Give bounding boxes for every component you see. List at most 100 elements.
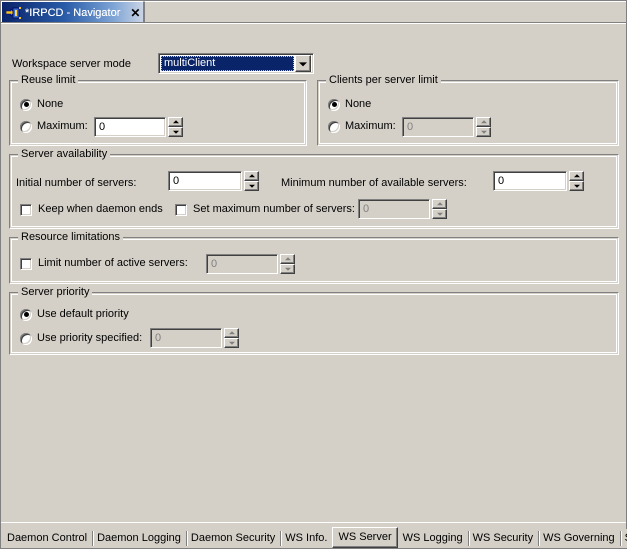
- radio-icon-checked: [20, 308, 32, 321]
- bottom-tab-label: Daemon Security: [190, 532, 276, 544]
- workspace-server-mode-value: multiClient: [161, 56, 294, 71]
- ws-server-settings-pane: Workspace server mode multiClient Reuse …: [1, 23, 626, 522]
- set-maximum-servers-spinner: 0: [358, 199, 447, 219]
- clients-limit-none-label: None: [345, 98, 372, 110]
- minimum-available-servers-label: Minimum number of available servers:: [281, 177, 467, 189]
- bottom-tab-daemon-control[interactable]: Daemon Control: [2, 529, 93, 548]
- reuse-limit-maximum-radio[interactable]: Maximum:: [20, 120, 88, 133]
- bottom-tab-label: WS Info.: [285, 532, 328, 544]
- initial-servers-spin-buttons[interactable]: [244, 171, 259, 191]
- limit-active-servers-input: 0: [206, 254, 278, 274]
- close-icon[interactable]: ✕: [130, 7, 140, 19]
- use-default-priority-radio[interactable]: Use default priority: [20, 308, 129, 321]
- initial-number-of-servers-input[interactable]: 0: [168, 171, 242, 191]
- minimum-available-servers-input[interactable]: 0: [493, 171, 567, 191]
- spinner-up-icon[interactable]: [569, 171, 584, 181]
- bottom-tab-ws-security[interactable]: WS Security: [467, 529, 539, 548]
- bottom-tab-bar: Daemon Control Daemon Logging Daemon Sec…: [1, 522, 627, 548]
- bottom-tab-label: WS Security: [472, 532, 534, 544]
- spinner-up-icon: [476, 117, 491, 127]
- workspace-server-mode-label: Workspace server mode: [12, 58, 132, 70]
- bottom-tab-ws-governing[interactable]: WS Governing: [538, 529, 620, 548]
- reuse-limit-maximum-input[interactable]: 0: [94, 117, 166, 137]
- clients-limit-maximum-spinner[interactable]: 0: [402, 117, 491, 137]
- reuse-limit-title: Reuse limit: [18, 74, 79, 86]
- set-maximum-spin-buttons: [432, 199, 447, 219]
- spinner-up-icon: [280, 254, 295, 264]
- limit-active-spin-buttons: [280, 254, 295, 274]
- spinner-down-icon: [476, 127, 491, 137]
- set-maximum-servers-checkbox[interactable]: Set maximum number of servers:: [175, 203, 355, 216]
- keep-when-daemon-ends-checkbox[interactable]: Keep when daemon ends: [20, 203, 163, 216]
- minimum-servers-spin-buttons[interactable]: [569, 171, 584, 191]
- clients-limit-maximum-spin-buttons: [476, 117, 491, 137]
- limit-active-servers-label: Limit number of active servers:: [38, 257, 188, 269]
- bottom-tab-label: WS Logging: [402, 532, 463, 544]
- clients-limit-maximum-radio[interactable]: Maximum:: [328, 120, 396, 133]
- clients-per-server-limit-title: Clients per server limit: [326, 74, 441, 86]
- initial-number-of-servers-label: Initial number of servers:: [16, 177, 137, 189]
- use-priority-specified-input: 0: [150, 328, 222, 348]
- spinner-down-icon: [224, 338, 239, 348]
- workspace-server-mode-combobox[interactable]: multiClient: [158, 53, 314, 74]
- spinner-up-icon: [224, 328, 239, 338]
- bottom-tab-label: Daemon Control: [7, 532, 88, 544]
- reuse-limit-none-radio[interactable]: None: [20, 98, 63, 111]
- clients-limit-maximum-input: 0: [402, 117, 474, 137]
- spinner-down-icon[interactable]: [569, 181, 584, 191]
- bottom-tab-daemon-logging[interactable]: Daemon Logging: [92, 529, 186, 548]
- bottom-tab-ws-logging[interactable]: WS Logging: [397, 529, 468, 548]
- bottom-tab-ws-server[interactable]: WS Server: [332, 527, 398, 548]
- radio-icon-checked: [20, 98, 32, 111]
- radio-icon-checked: [328, 98, 340, 111]
- checkbox-icon: [175, 203, 187, 216]
- keep-when-daemon-ends-label: Keep when daemon ends: [38, 203, 163, 215]
- server-priority-title: Server priority: [18, 286, 93, 298]
- top-tab-irpcd-navigator[interactable]: *IRPCD - Navigator ✕: [1, 1, 144, 23]
- minimum-available-servers-spinner[interactable]: 0: [493, 171, 584, 191]
- server-availability-group: Server availability Initial number of se…: [9, 148, 619, 229]
- use-default-priority-label: Use default priority: [37, 308, 129, 320]
- reuse-limit-group: Reuse limit None Maximum: 0: [9, 74, 307, 146]
- top-tab-strip-empty: [144, 1, 626, 23]
- bottom-tab-source[interactable]: Source: [619, 529, 627, 548]
- radio-icon: [20, 120, 32, 133]
- top-tab-strip: *IRPCD - Navigator ✕: [1, 1, 626, 23]
- spinner-down-icon: [280, 264, 295, 274]
- bottom-tab-label: WS Server: [338, 531, 392, 543]
- spinner-down-icon[interactable]: [244, 181, 259, 191]
- priority-spin-buttons: [224, 328, 239, 348]
- bottom-tab-label: WS Governing: [543, 532, 615, 544]
- reuse-limit-maximum-spin-buttons[interactable]: [168, 117, 183, 137]
- reuse-limit-maximum-label: Maximum:: [37, 120, 88, 132]
- use-priority-specified-spinner: 0: [150, 328, 239, 348]
- resource-limitations-group: Resource limitations Limit number of act…: [9, 231, 619, 284]
- spinner-up-icon: [432, 199, 447, 209]
- checkbox-icon: [20, 257, 32, 270]
- spinner-up-icon[interactable]: [168, 117, 183, 127]
- group-inner-bevel: [11, 156, 617, 227]
- navigator-icon: [5, 6, 22, 20]
- clients-limit-maximum-label: Maximum:: [345, 120, 396, 132]
- resource-limitations-title: Resource limitations: [18, 231, 124, 243]
- limit-active-servers-spinner: 0: [206, 254, 295, 274]
- reuse-limit-maximum-spinner[interactable]: 0: [94, 117, 183, 137]
- bottom-tab-daemon-security[interactable]: Daemon Security: [185, 529, 281, 548]
- top-tab-title: *IRPCD - Navigator: [25, 6, 121, 19]
- limit-active-servers-checkbox[interactable]: Limit number of active servers:: [20, 257, 188, 270]
- use-priority-specified-label: Use priority specified:: [37, 332, 143, 344]
- spinner-down-icon: [432, 209, 447, 219]
- application-window: *IRPCD - Navigator ✕ Workspace server mo…: [0, 0, 627, 549]
- clients-limit-none-radio[interactable]: None: [328, 98, 371, 111]
- radio-icon: [328, 120, 340, 133]
- use-priority-specified-radio[interactable]: Use priority specified:: [20, 332, 142, 345]
- server-availability-title: Server availability: [18, 148, 111, 160]
- reuse-limit-none-label: None: [37, 98, 64, 110]
- chevron-down-icon[interactable]: [295, 55, 311, 72]
- initial-number-of-servers-spinner[interactable]: 0: [168, 171, 259, 191]
- spinner-down-icon[interactable]: [168, 127, 183, 137]
- set-maximum-servers-label: Set maximum number of servers:: [193, 203, 355, 215]
- set-maximum-servers-input: 0: [358, 199, 430, 219]
- bottom-tab-ws-info[interactable]: WS Info.: [280, 529, 333, 548]
- spinner-up-icon[interactable]: [244, 171, 259, 181]
